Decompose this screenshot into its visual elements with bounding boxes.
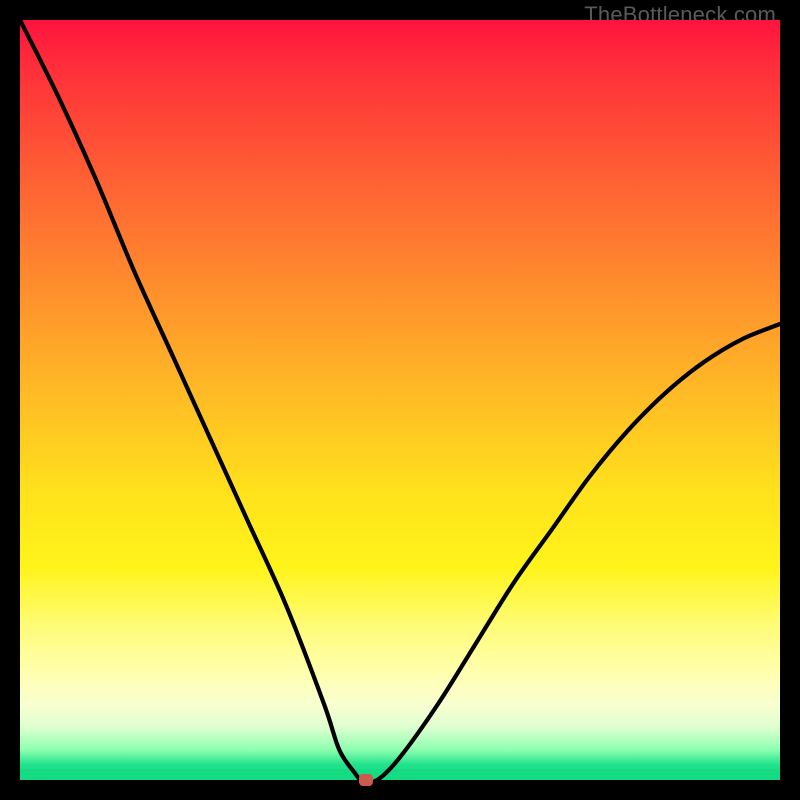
bottleneck-curve: [20, 20, 780, 780]
optimal-point-marker: [359, 774, 373, 786]
plot-area: [20, 20, 780, 780]
chart-frame: TheBottleneck.com: [0, 0, 800, 800]
